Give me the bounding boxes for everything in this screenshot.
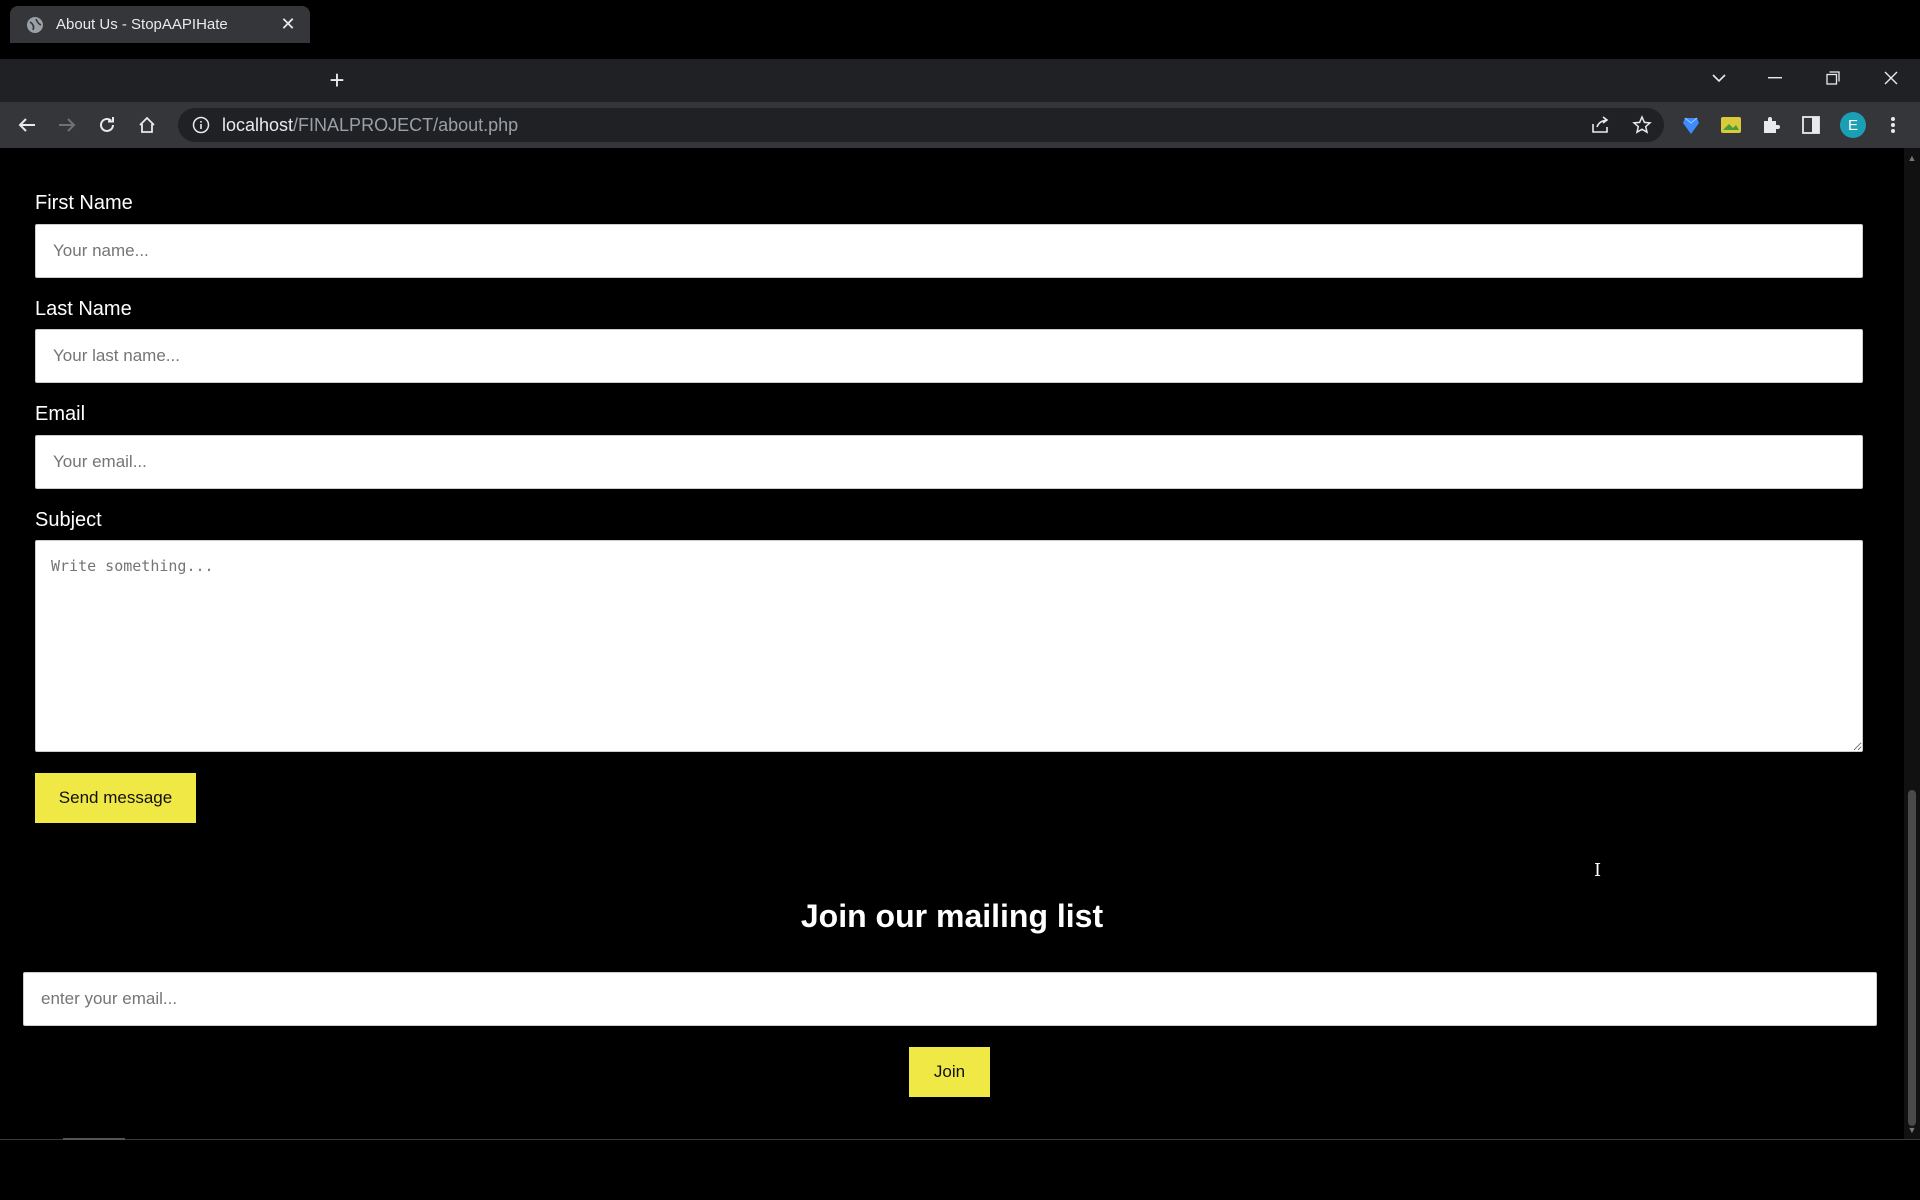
scroll-up-arrow-icon[interactable]: ▲ xyxy=(1907,153,1917,163)
image-extension-icon[interactable] xyxy=(1718,112,1744,138)
first-name-label: First Name xyxy=(35,192,133,214)
gem-extension-icon[interactable] xyxy=(1678,112,1704,138)
home-icon[interactable] xyxy=(130,108,164,142)
side-panel-icon[interactable] xyxy=(1798,112,1824,138)
url-path: /FINALPROJECT/about.php xyxy=(293,114,519,135)
new-tab-icon[interactable]: + xyxy=(323,65,351,95)
close-tab-icon[interactable]: ✕ xyxy=(278,14,298,35)
browser-tab-active[interactable]: About Us - StopAAPIHate ✕ xyxy=(10,6,310,43)
restore-icon[interactable] xyxy=(1810,62,1856,94)
profile-avatar[interactable]: E xyxy=(1840,112,1866,138)
email-label: Email xyxy=(35,403,86,425)
mailing-list-heading: Join our mailing list xyxy=(800,898,1104,934)
tab-title: About Us - StopAAPIHate xyxy=(56,16,228,33)
screen-bottom-border xyxy=(0,1140,1920,1200)
scroll-down-arrow-icon[interactable]: ▼ xyxy=(1907,1125,1917,1135)
last-name-label: Last Name xyxy=(35,298,132,320)
site-info-icon[interactable] xyxy=(192,116,210,134)
minimize-icon[interactable] xyxy=(1752,62,1798,94)
kebab-menu-icon[interactable] xyxy=(1880,112,1906,138)
contact-form-heading: Contact Form xyxy=(0,148,1904,158)
send-message-button[interactable]: Send message xyxy=(35,773,196,823)
share-icon[interactable] xyxy=(1588,112,1614,138)
text-cursor-icon: I xyxy=(1594,860,1602,881)
close-window-icon[interactable] xyxy=(1868,62,1914,94)
bookmark-star-icon[interactable] xyxy=(1629,112,1655,138)
mailing-email-input[interactable] xyxy=(23,972,1877,1026)
page-scrollbar[interactable]: ▲ ▼ xyxy=(1904,148,1920,1140)
globe-icon xyxy=(26,16,44,34)
subject-textarea[interactable] xyxy=(35,540,1863,752)
join-button[interactable]: Join xyxy=(909,1047,990,1097)
back-arrow-icon[interactable] xyxy=(10,108,44,142)
last-name-input[interactable] xyxy=(35,329,1863,383)
browser-tabstrip xyxy=(0,59,1920,102)
reload-icon[interactable] xyxy=(90,108,124,142)
scrollbar-thumb[interactable] xyxy=(1908,790,1916,1126)
subject-label: Subject xyxy=(35,509,102,531)
extensions-puzzle-icon[interactable] xyxy=(1758,112,1784,138)
forward-arrow-icon[interactable] xyxy=(50,108,84,142)
address-bar[interactable]: localhost/FINALPROJECT/about.php xyxy=(178,108,1664,142)
page-viewport: Contact Form First Name Last Name Email … xyxy=(0,148,1904,1140)
tab-search-chevron-icon[interactable] xyxy=(1696,62,1742,94)
email-input[interactable] xyxy=(35,435,1863,489)
first-name-input[interactable] xyxy=(35,224,1863,278)
url-host: localhost xyxy=(222,114,294,135)
